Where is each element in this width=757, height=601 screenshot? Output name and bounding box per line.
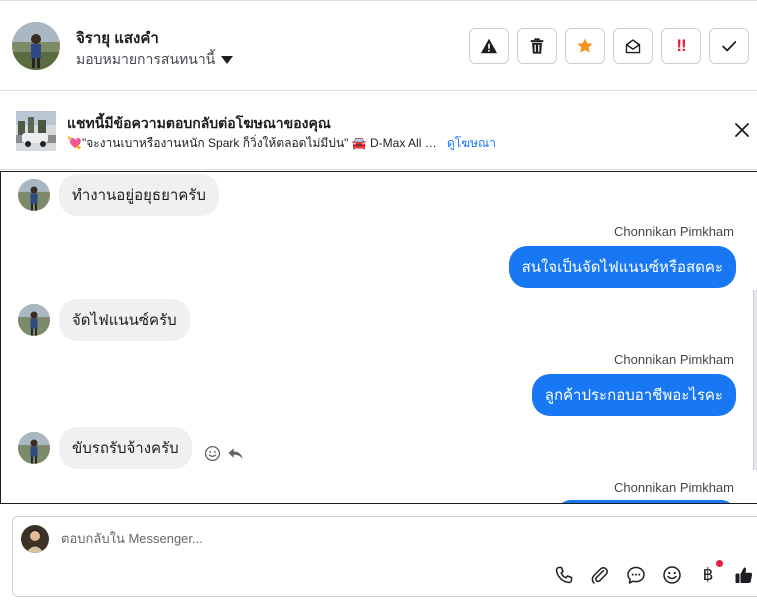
composer-toolbar: ฿ (553, 560, 755, 586)
ad-thumbnail[interactable] (16, 111, 56, 151)
ad-description-row: 💘"จะงานเบาหรืองานหนัก Spark ก็วิ่งให้ตลอ… (67, 134, 496, 153)
sender-avatar[interactable] (18, 304, 50, 336)
conversation-header: จิรายุ แสงคำ มอบหมายการสนทนานี้ !! (0, 0, 757, 91)
reply-icon[interactable] (227, 445, 244, 462)
call-button[interactable] (553, 564, 575, 586)
chat-bubble-icon (627, 566, 645, 584)
reply-input[interactable] (61, 531, 621, 546)
notification-dot (716, 560, 723, 567)
baht-icon: ฿ (702, 565, 714, 585)
mark-unread-button[interactable] (613, 28, 653, 64)
paperclip-icon (591, 567, 608, 584)
react-smiley-icon[interactable] (204, 445, 221, 462)
phone-icon (555, 566, 573, 584)
message-thread[interactable]: ทำงานอยู่อยุธยาครับ Chonnikan Pimkham สน… (0, 171, 757, 504)
contact-avatar[interactable] (12, 22, 60, 70)
reply-composer: ฿ (12, 516, 757, 597)
check-icon (722, 41, 737, 52)
send-like-button[interactable] (733, 564, 755, 586)
message-bubble[interactable]: สนใจเป็นจัดไฟแนนซ์หรือสดคะ (508, 246, 736, 288)
sender-name: Chonnikan Pimkham (614, 480, 734, 495)
incoming-message: ขับรถรับจ้างครับ (18, 427, 244, 469)
incoming-message: ทำงานอยู่อยุธยาครับ (18, 174, 219, 216)
ad-reply-banner: แชทนี้มีข้อความตอบกลับต่อโฆษณาของคุณ 💘"จ… (0, 91, 757, 170)
close-icon[interactable] (733, 121, 751, 139)
caret-down-icon (221, 56, 234, 64)
message-bubble[interactable] (556, 500, 736, 503)
conversation-actions: !! (469, 28, 749, 64)
sender-avatar[interactable] (18, 432, 50, 464)
star-button[interactable] (565, 28, 605, 64)
message-bubble[interactable]: ทำงานอยู่อยุธยาครับ (59, 174, 219, 216)
delete-button[interactable] (517, 28, 557, 64)
mark-done-button[interactable] (709, 28, 749, 64)
emoji-button[interactable] (661, 564, 683, 586)
ad-banner-title: แชทนี้มีข้อความตอบกลับต่อโฆษณาของคุณ (67, 115, 331, 131)
follow-up-button[interactable]: !! (661, 28, 701, 64)
assign-label: มอบหมายการสนทนานี้ (76, 51, 216, 67)
message-bubble[interactable]: ลูกค้าประกอบอาชีพอะไรคะ (531, 374, 736, 416)
view-ad-link[interactable]: ดูโฆษณา (447, 134, 496, 153)
page-avatar (21, 525, 49, 553)
trash-icon (530, 38, 544, 54)
warning-icon (480, 38, 498, 54)
contact-name[interactable]: จิรายุ แสงคำ (76, 26, 159, 50)
message-bubble[interactable]: ขับรถรับจ้างครับ (59, 427, 192, 469)
message-bubble[interactable]: จัดไฟแนนซ์ครับ (59, 299, 190, 341)
sender-name: Chonnikan Pimkham (614, 352, 734, 367)
collapsed-side-panel[interactable] (753, 290, 757, 470)
assign-conversation-dropdown[interactable]: มอบหมายการสนทนานี้ (76, 49, 234, 71)
ad-text: 💘"จะงานเบาหรืองานหนัก Spark ก็วิ่งให้ตลอ… (67, 136, 437, 150)
sender-avatar[interactable] (18, 179, 50, 211)
thumbs-up-icon (735, 567, 753, 583)
envelope-open-icon (625, 39, 641, 54)
emoji-icon (663, 566, 681, 584)
message-hover-tools (204, 445, 244, 462)
incoming-message: จัดไฟแนนซ์ครับ (18, 299, 190, 341)
payment-button[interactable]: ฿ (697, 560, 723, 586)
attach-button[interactable] (589, 564, 611, 586)
sender-name: Chonnikan Pimkham (614, 224, 734, 239)
spam-button[interactable] (469, 28, 509, 64)
star-icon (577, 38, 593, 53)
follow-up-icon: !! (676, 36, 686, 55)
saved-replies-button[interactable] (625, 564, 647, 586)
